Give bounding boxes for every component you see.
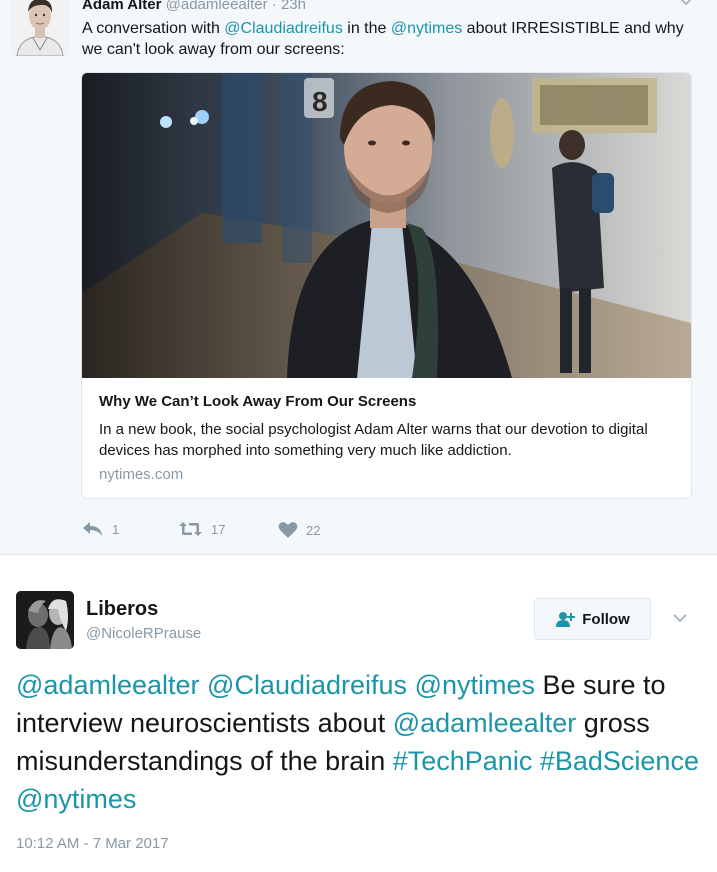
like-action[interactable]: 22 (278, 521, 320, 539)
mention-link[interactable]: @Claudiadreifus (207, 670, 407, 700)
liberos-avatar[interactable] (16, 591, 74, 649)
tweet-text-segment (407, 670, 415, 700)
retweet-action[interactable]: 17 (178, 521, 225, 537)
follow-button[interactable]: Follow (534, 598, 651, 640)
platform-sign-number: 8 (312, 86, 328, 117)
mention-link[interactable]: @nytimes (16, 784, 136, 814)
like-count: 22 (306, 522, 321, 538)
adam-alter-avatar[interactable] (11, 0, 69, 56)
link-preview-card[interactable]: 8 Why We Can’t Look Away From Our Screen… (81, 72, 692, 499)
mention-link[interactable]: @nytimes (415, 670, 535, 700)
main-tweet-text: @adamleealter @Claudiadreifus @nytimes B… (16, 666, 706, 818)
follow-button-label: Follow (582, 610, 630, 628)
reply-count: 1 (112, 521, 120, 537)
quoted-parent-tweet: Adam Alter @adamleealter · 23h A convers… (0, 0, 717, 555)
heart-icon (278, 522, 298, 538)
retweet-count: 17 (211, 521, 226, 537)
mention-link[interactable]: @adamleealter (393, 708, 577, 738)
mention-link[interactable]: @Claudiadreifus (224, 20, 343, 37)
parent-tweet-text: A conversation with @Claudiadreifus in t… (82, 18, 692, 60)
chevron-down-icon[interactable] (677, 0, 695, 8)
add-user-icon (556, 612, 576, 627)
chevron-down-icon[interactable] (672, 612, 688, 624)
main-author-handle[interactable]: @NicoleRPrause (86, 625, 201, 642)
parent-author-handle[interactable]: @adamleealter (166, 0, 268, 13)
parent-tweet-time[interactable]: 23h (281, 0, 306, 13)
tweet-text-segment (532, 746, 540, 776)
reply-action[interactable]: 1 (82, 521, 119, 537)
hashtag-link[interactable]: #TechPanic (393, 746, 533, 776)
reply-icon (83, 522, 102, 536)
main-author-name[interactable]: Liberos (86, 598, 158, 621)
article-photo: 8 (82, 73, 691, 378)
card-title[interactable]: Why We Can’t Look Away From Our Screens (99, 393, 416, 410)
card-description: In a new book, the social psychologist A… (99, 421, 648, 459)
mention-link[interactable]: @nytimes (391, 20, 462, 37)
parent-tweet-header: Adam Alter @adamleealter · 23h (82, 0, 682, 13)
tweet-text-segment: in the (342, 20, 391, 37)
header-separator: · (267, 0, 281, 13)
hashtag-link[interactable]: #BadScience (540, 746, 699, 776)
card-domain[interactable]: nytimes.com (99, 466, 183, 483)
parent-author-name[interactable]: Adam Alter (82, 0, 161, 13)
tweet-text-segment (200, 670, 208, 700)
tweet-timestamp[interactable]: 10:12 AM - 7 Mar 2017 (16, 835, 169, 852)
mention-link[interactable]: @adamleealter (16, 670, 200, 700)
tweet-text-segment: A conversation with (82, 20, 225, 37)
retweet-icon (179, 522, 202, 536)
